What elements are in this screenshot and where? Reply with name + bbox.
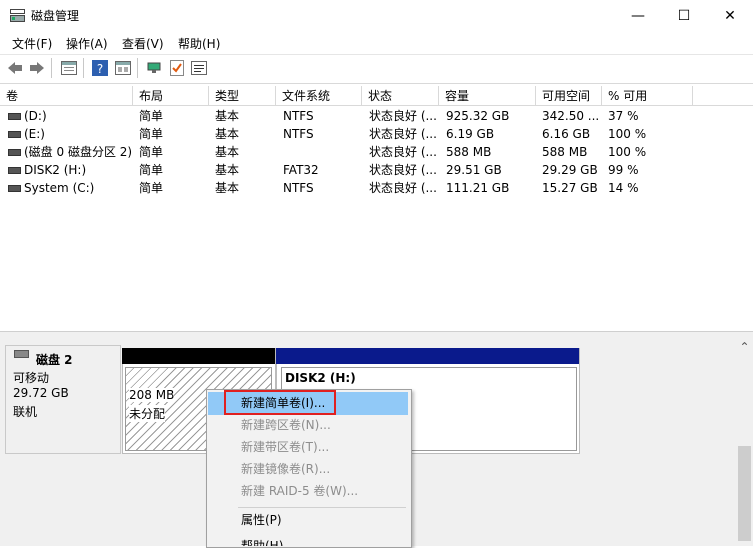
menu-properties[interactable]: 属性(P): [208, 509, 408, 531]
table-cell: System (C:): [24, 181, 95, 195]
help-icon[interactable]: ?: [91, 59, 109, 77]
column-header-filesystem[interactable]: 文件系统: [276, 86, 362, 106]
menu-file[interactable]: 文件(F): [12, 35, 52, 52]
menu-new-mirrored-volume: 新建镜像卷(R)...: [241, 462, 331, 476]
table-cell: [283, 143, 361, 161]
forward-icon[interactable]: [28, 59, 46, 77]
table-cell: 29.51 GB: [446, 163, 502, 177]
partition-name: DISK2 (H:): [285, 371, 356, 385]
toolbar-separator: [83, 58, 84, 78]
table-cell: 37 %: [608, 109, 639, 123]
primary-partition-header-bar: [276, 348, 579, 364]
volume-drive-icon: [8, 149, 21, 156]
table-cell: 基本: [215, 181, 240, 195]
table-cell: 简单: [139, 163, 164, 177]
table-cell: 100 %: [608, 127, 647, 141]
table-cell: 基本: [215, 127, 240, 141]
table-cell: 29.29 GB: [542, 163, 598, 177]
table-cell: 6.19 GB: [446, 127, 495, 141]
table-cell: (D:): [24, 109, 47, 123]
window-title: 磁盘管理: [31, 9, 80, 23]
table-cell: FAT32: [283, 163, 319, 177]
table-cell: (E:): [24, 127, 45, 141]
maximize-button[interactable]: ☐: [661, 0, 707, 31]
table-cell: 100 %: [608, 145, 647, 159]
toolbar-separator: [137, 58, 138, 78]
menu-view[interactable]: 查看(V): [122, 35, 164, 52]
volume-drive-icon: [8, 185, 21, 192]
table-cell: DISK2 (H:): [24, 163, 87, 177]
disk-status: 联机: [13, 405, 38, 419]
close-button[interactable]: ✕: [707, 0, 753, 31]
volume-drive-icon: [8, 113, 21, 120]
properties-icon[interactable]: [114, 59, 132, 77]
table-cell: 状态良好 (...: [369, 181, 437, 195]
column-header-capacity[interactable]: 容量: [439, 86, 536, 106]
menu-help[interactable]: 帮助(H): [178, 35, 220, 52]
disk-size: 29.72 GB: [13, 386, 69, 400]
check-icon[interactable]: [168, 59, 186, 77]
table-cell: 简单: [139, 181, 164, 195]
context-menu-separator: [238, 507, 406, 508]
table-cell: 状态良好 (...: [369, 109, 437, 123]
table-cell: 状态良好 (...: [369, 127, 437, 141]
menu-new-raid5-volume: 新建 RAID-5 卷(W)...: [241, 484, 359, 498]
table-cell: 状态良好 (...: [369, 163, 437, 177]
minimize-button[interactable]: —: [615, 0, 661, 31]
disk-type: 可移动: [13, 371, 50, 385]
column-header-volume[interactable]: 卷: [0, 86, 133, 106]
disk-management-app-icon: [10, 9, 25, 22]
scroll-up-button[interactable]: ⌃: [738, 340, 751, 354]
removable-disk-icon: [14, 350, 29, 358]
table-cell: NTFS: [283, 109, 314, 123]
connect-icon[interactable]: [145, 59, 163, 77]
unallocated-header-bar: [122, 348, 275, 364]
table-cell: 状态良好 (...: [369, 145, 437, 159]
menu-new-spanned-volume: 新建跨区卷(N)...: [241, 418, 331, 432]
panel-icon[interactable]: [60, 59, 78, 77]
table-cell: (磁盘 0 磁盘分区 2): [24, 145, 132, 159]
menu-bar: [0, 31, 753, 53]
table-cell: 基本: [215, 109, 240, 123]
table-cell: 6.16 GB: [542, 127, 591, 141]
menu-action[interactable]: 操作(A): [66, 35, 108, 52]
highlight-annotation-box: [224, 390, 336, 415]
table-cell: 588 MB: [542, 145, 588, 159]
table-cell: NTFS: [283, 127, 314, 141]
table-cell: 简单: [139, 109, 164, 123]
table-cell: 99 %: [608, 163, 639, 177]
column-header-filler: [693, 86, 753, 106]
volume-drive-icon: [8, 167, 21, 174]
column-header-type[interactable]: 类型: [209, 86, 276, 106]
column-header-percent-free[interactable]: % 可用: [602, 86, 693, 106]
table-cell: 基本: [215, 163, 240, 177]
volume-drive-icon: [8, 131, 21, 138]
unallocated-size: 208 MB: [129, 388, 175, 402]
table-cell: 简单: [139, 127, 164, 141]
table-cell: 14 %: [608, 181, 639, 195]
menu-help[interactable]: 帮助(H): [208, 535, 408, 546]
table-cell: 基本: [215, 145, 240, 159]
table-cell: 925.32 GB: [446, 109, 510, 123]
menu-new-striped-volume: 新建带区卷(T)...: [241, 440, 330, 454]
column-header-status[interactable]: 状态: [362, 86, 439, 106]
table-cell: 342.50 ...: [542, 109, 600, 123]
unallocated-label: 未分配: [129, 405, 166, 422]
toolbar-separator: [51, 58, 52, 78]
toolbar: [0, 54, 753, 84]
table-cell: 111.21 GB: [446, 181, 510, 195]
table-cell: NTFS: [283, 181, 314, 195]
table-cell: 简单: [139, 145, 164, 159]
column-header-layout[interactable]: 布局: [133, 86, 209, 106]
table-cell: 15.27 GB: [542, 181, 598, 195]
column-header-free-space[interactable]: 可用空间: [536, 86, 602, 106]
table-cell: 588 MB: [446, 145, 492, 159]
back-icon[interactable]: [6, 59, 24, 77]
scrollbar-thumb[interactable]: [738, 446, 751, 541]
disk-name: 磁盘 2: [36, 353, 73, 367]
list-icon[interactable]: [190, 59, 208, 77]
svg-text:?: ?: [97, 62, 103, 76]
